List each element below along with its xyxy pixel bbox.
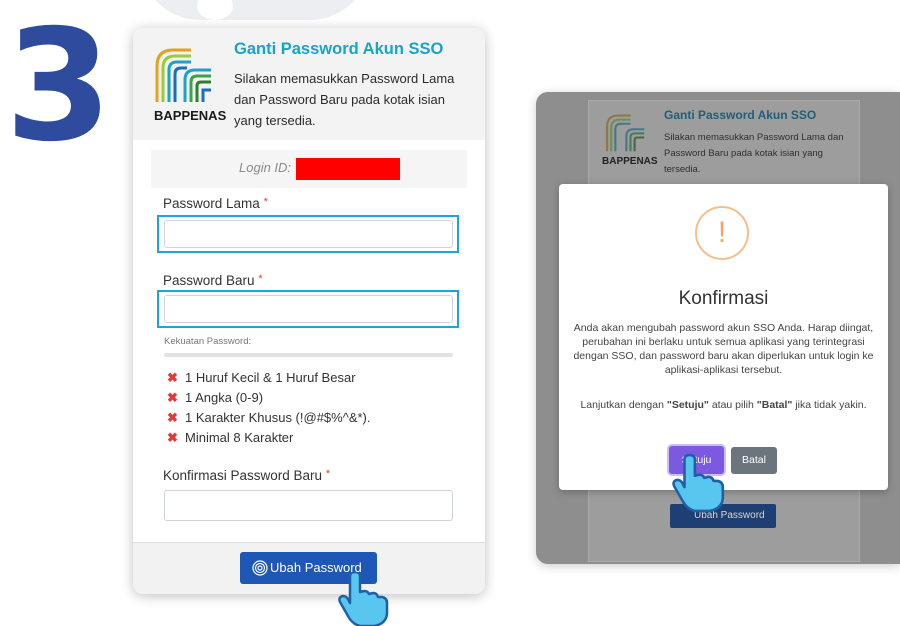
background-shape — [140, 0, 370, 20]
dimmed-form-description: Silakan memasukkan Password Lama dan Pas… — [664, 132, 844, 175]
x-mark-icon: ✖ — [167, 370, 178, 385]
password-lama-input[interactable] — [164, 220, 453, 248]
required-mark: * — [325, 468, 331, 480]
bappenas-logo-icon — [155, 48, 211, 102]
password-baru-label: Password Baru * — [163, 273, 263, 288]
password-requirements-list: ✖ 1 Huruf Kecil & 1 Huruf Besar ✖ 1 Angka … — [167, 370, 371, 450]
fingerprint-icon — [252, 560, 268, 576]
dimmed-form-title: Ganti Password Akun SSO — [664, 108, 817, 122]
konfirmasi-modal: ! Konfirmasi Anda akan mengubah password… — [559, 184, 888, 490]
requirement-item: ✖ 1 Karakter Khusus (!@#$%^&*). — [167, 410, 371, 425]
login-id-label: Login ID: — [239, 160, 292, 175]
requirement-item: ✖ 1 Angka (0-9) — [167, 390, 264, 405]
change-password-card: BAPPENAS Ganti Password Akun SSO Silakan… — [133, 28, 485, 594]
requirement-item: ✖ Minimal 8 Karakter — [167, 430, 294, 445]
login-id-row: Login ID: — [151, 150, 467, 188]
pointing-hand-cursor-icon — [338, 572, 389, 626]
strength-label: Kekuatan Password: — [164, 336, 252, 347]
x-mark-icon: ✖ — [167, 390, 178, 405]
x-mark-icon: ✖ — [167, 410, 178, 425]
step-number: 3 — [5, 0, 112, 176]
logo-text: BAPPENAS — [154, 108, 227, 123]
pointing-hand-cursor-icon — [672, 453, 725, 513]
card-header: BAPPENAS Ganti Password Akun SSO Silakan… — [133, 28, 485, 140]
konfirmasi-label: Konfirmasi Password Baru * — [163, 468, 330, 483]
form-title: Ganti Password Akun SSO — [234, 40, 444, 58]
konfirmasi-text: Konfirmasi Password Baru — [163, 468, 323, 483]
modal-message: Anda akan mengubah password akun SSO And… — [573, 322, 874, 376]
warning-icon: ! — [695, 206, 749, 260]
bappenas-logo-icon — [606, 114, 645, 152]
konfirmasi-password-input[interactable] — [164, 490, 453, 521]
redacted-login-id — [296, 158, 400, 180]
modal-prompt: Lanjutkan dengan "Setuju" atau pilih "Ba… — [580, 399, 867, 411]
x-mark-icon: ✖ — [167, 430, 178, 445]
password-lama-text: Password Lama — [163, 196, 260, 211]
dimmed-logo-text: BAPPENAS — [602, 156, 658, 167]
requirement-item: ✖ 1 Huruf Kecil & 1 Huruf Besar — [167, 370, 356, 385]
password-baru-input[interactable] — [164, 295, 453, 323]
required-mark: * — [263, 196, 268, 208]
batal-button[interactable]: Batal — [731, 447, 777, 474]
form-description: Silakan memasukkan Password Lama dan Pas… — [234, 71, 455, 128]
modal-title: Konfirmasi — [678, 288, 769, 309]
required-mark: * — [258, 273, 263, 285]
password-baru-text: Password Baru — [163, 273, 255, 288]
password-lama-label: Password Lama * — [163, 196, 268, 211]
strength-bar — [164, 353, 453, 357]
